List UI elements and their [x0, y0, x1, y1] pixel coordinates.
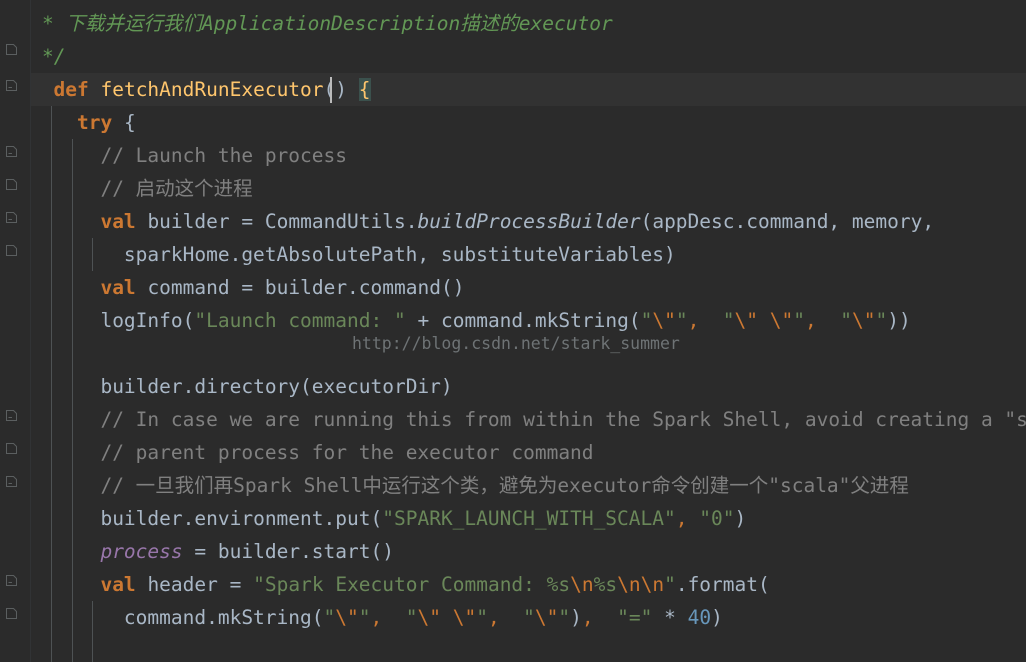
- method-name: fetchAndRunExecutor: [100, 78, 324, 101]
- code-line-def[interactable]: def fetchAndRunExecutor() {: [0, 73, 1026, 106]
- expression: builder.command(): [264, 276, 465, 299]
- escape-sequence: \": [534, 606, 559, 629]
- code-line[interactable]: */: [0, 40, 1026, 73]
- code-line-mkstring[interactable]: command.mkString("\"", "\" \"", "\""), "…: [0, 601, 1026, 634]
- line-comment-text: // parent process for the executor comma…: [100, 441, 594, 464]
- code-fold-comment-icon[interactable]: [6, 245, 17, 256]
- static-method-buildprocessbuilder: buildProcessBuilder: [417, 210, 641, 233]
- code-line-directory[interactable]: builder.directory(executorDir): [0, 370, 1026, 403]
- object-commandutils: CommandUtils: [264, 210, 406, 233]
- assign-operator: =: [241, 276, 254, 299]
- escape-sequence: \": [652, 309, 676, 332]
- keyword-val: val: [100, 276, 136, 299]
- escape-sequence: \": [851, 309, 876, 332]
- code-line-try[interactable]: try {: [0, 106, 1026, 139]
- indent-guide: [51, 106, 52, 662]
- code-fold-comment-icon[interactable]: [6, 212, 17, 223]
- expression-mkstring: command.mkString: [440, 309, 629, 332]
- call-arguments-cont: sparkHome.getAbsolutePath, substituteVar…: [123, 243, 676, 266]
- open-brace: {: [123, 111, 136, 134]
- variable-builder: builder: [147, 210, 230, 233]
- code-line[interactable]: * 下载并运行我们ApplicationDescription描述的execut…: [0, 7, 1026, 40]
- code-lines[interactable]: * 下载并运行我们ApplicationDescription描述的execut…: [0, 0, 1026, 662]
- string-literal-separator: =: [628, 606, 641, 629]
- keyword-val: val: [100, 210, 136, 233]
- code-line-blank[interactable]: [0, 337, 1026, 370]
- variable-command: command: [147, 276, 230, 299]
- string-literal-env-value: 0: [711, 507, 723, 530]
- code-line-comment[interactable]: // In case we are running this from with…: [0, 403, 1026, 436]
- keyword-val: val: [100, 573, 136, 596]
- line-comment-text: // 启动这个进程: [100, 177, 253, 200]
- line-comment-text: // 一旦我们再Spark Shell中运行这个类，避免为executor命令创…: [100, 474, 909, 497]
- code-line-args[interactable]: sparkHome.getAbsolutePath, substituteVar…: [0, 238, 1026, 271]
- code-fold-comment-icon[interactable]: [6, 575, 17, 586]
- code-line-comment[interactable]: // parent process for the executor comma…: [0, 436, 1026, 469]
- expression-env-put: builder.environment.put: [100, 507, 371, 530]
- code-line-process-start[interactable]: process = builder.start(): [0, 535, 1026, 568]
- method-parens: (): [323, 78, 348, 101]
- code-fold-comment-icon[interactable]: [6, 443, 17, 454]
- code-line-val-builder[interactable]: val builder = CommandUtils.buildProcessB…: [0, 205, 1026, 238]
- editor-gutter[interactable]: [0, 0, 30, 662]
- escape-sequence: \" \": [417, 606, 477, 629]
- assign-operator: =: [194, 540, 207, 563]
- line-comment-text: // In case we are running this from with…: [100, 408, 1026, 431]
- field-process: process: [100, 540, 183, 563]
- number-literal: 40: [687, 606, 712, 629]
- indent-guide: [72, 139, 73, 662]
- code-line-val-header[interactable]: val header = "Spark Executor Command: %s…: [0, 568, 1026, 601]
- code-line-env-put[interactable]: builder.environment.put("SPARK_LAUNCH_WI…: [0, 502, 1026, 535]
- code-line-val-command[interactable]: val command = builder.command(): [0, 271, 1026, 304]
- keyword-try: try: [76, 111, 113, 134]
- assign-operator: =: [229, 573, 242, 596]
- indent-guide: [92, 238, 93, 271]
- escape-sequence: \": [335, 606, 359, 629]
- code-fold-comment-icon[interactable]: [6, 179, 17, 190]
- code-fold-comment-icon[interactable]: [6, 410, 17, 421]
- indent-guide: [92, 601, 93, 662]
- plus-operator: +: [417, 309, 430, 332]
- doc-comment-text: * 下载并运行我们ApplicationDescription描述的execut…: [42, 12, 613, 35]
- code-fold-comment-icon[interactable]: [6, 608, 17, 619]
- method-call-loginfo: logInfo: [100, 309, 183, 332]
- code-line-comment[interactable]: // 一旦我们再Spark Shell中运行这个类，避免为executor命令创…: [0, 469, 1026, 502]
- gutter-separator: [30, 0, 31, 662]
- string-literal-env-key: SPARK_LAUNCH_WITH_SCALA: [393, 507, 665, 530]
- matched-brace: {: [358, 78, 371, 101]
- call-arguments: appDesc.command, memory,: [652, 210, 935, 233]
- code-line-comment[interactable]: // 启动这个进程: [0, 172, 1026, 205]
- expression: builder.start(): [217, 540, 394, 563]
- expression: builder.directory(executorDir): [100, 375, 453, 398]
- assign-operator: =: [241, 210, 254, 233]
- code-fold-comment-icon[interactable]: [6, 476, 17, 487]
- expression-mkstring: command.mkString: [123, 606, 312, 629]
- format-call: .format(: [675, 573, 770, 596]
- doc-comment-end: */: [42, 45, 66, 68]
- code-fold-comment-icon[interactable]: [6, 80, 17, 91]
- line-comment-text: // Launch the process: [100, 144, 347, 167]
- code-fold-comment-icon[interactable]: [6, 44, 17, 55]
- variable-header: header: [147, 573, 218, 596]
- string-literal: Launch command:: [206, 309, 394, 332]
- text-caret: [330, 77, 332, 103]
- multiply-operator: *: [664, 606, 676, 629]
- code-line-comment[interactable]: // Launch the process: [0, 139, 1026, 172]
- keyword-def: def: [53, 78, 89, 101]
- escape-sequence: \" \": [734, 309, 794, 332]
- code-fold-comment-icon[interactable]: [6, 146, 17, 157]
- code-editor[interactable]: * 下载并运行我们ApplicationDescription描述的execut…: [0, 0, 1026, 662]
